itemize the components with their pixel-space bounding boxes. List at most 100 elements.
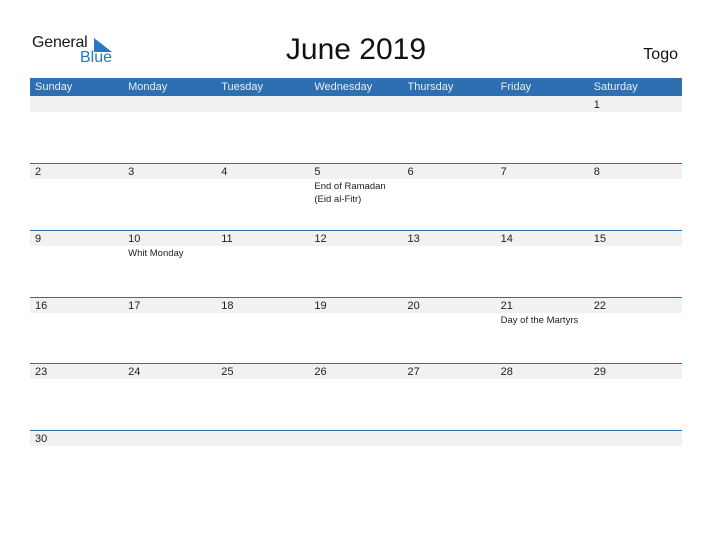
week-row: 16 17 18 19 20 21 Day of the Martyrs 22 xyxy=(30,296,682,364)
day-cell: 25 xyxy=(216,363,309,379)
weekday-saturday: Saturday xyxy=(593,81,638,93)
day-cell: 1 xyxy=(589,96,682,112)
day-cell xyxy=(403,96,496,112)
day-cell xyxy=(123,430,216,446)
day-number: 5 xyxy=(314,166,321,178)
day-number: 30 xyxy=(35,433,48,446)
day-cell xyxy=(496,96,589,112)
day-cell xyxy=(403,430,496,446)
day-cell: 28 xyxy=(496,363,589,379)
calendar-title: June 2019 xyxy=(285,33,427,66)
day-number: 15 xyxy=(593,232,606,245)
day-cell: 23 xyxy=(30,363,123,379)
day-number: 21 xyxy=(500,299,513,312)
day-number xyxy=(35,99,123,112)
week-row: 2 3 4 5 End of Ramadan (Eid al-Fitr) 6 7 8 xyxy=(30,163,682,230)
day-cell: 24 xyxy=(123,363,216,379)
day-cell xyxy=(216,430,309,446)
day-number: 24 xyxy=(128,366,141,379)
day-cell: 21 Day of the Martyrs xyxy=(496,297,589,327)
week-days: 30 xyxy=(30,430,682,446)
day-number: 2 xyxy=(35,166,42,178)
day-cell: 10 Whit Monday xyxy=(123,230,216,260)
day-number xyxy=(594,433,682,446)
weeks-container: 1 2 3 4 5 End of Ramadan (Eid al-Fitr) 6 7 8 9 10 W… xyxy=(30,96,682,497)
day-number xyxy=(128,99,216,112)
day-cell: 30 xyxy=(30,430,123,446)
day-number: 19 xyxy=(314,299,327,312)
day-number: 9 xyxy=(35,232,42,245)
day-number: 18 xyxy=(221,299,234,312)
day-number: 7 xyxy=(500,166,507,178)
day-cell: 5 End of Ramadan (Eid al-Fitr) xyxy=(309,163,402,206)
day-cell: 8 xyxy=(589,163,682,206)
week-row: 23 24 25 26 27 28 29 xyxy=(30,363,682,430)
day-number: 14 xyxy=(500,232,513,245)
day-number xyxy=(314,99,402,112)
day-cell: 3 xyxy=(123,163,216,206)
day-number xyxy=(221,433,309,446)
day-cell xyxy=(30,96,123,112)
day-number: 25 xyxy=(221,366,234,379)
day-cell: 12 xyxy=(309,230,402,260)
day-cell: 20 xyxy=(403,297,496,327)
day-number: 26 xyxy=(314,366,327,379)
day-cell: 6 xyxy=(403,163,496,206)
day-number: 3 xyxy=(128,166,135,178)
day-cell: 17 xyxy=(123,297,216,327)
day-number: 27 xyxy=(407,366,420,379)
day-number: 12 xyxy=(314,232,327,245)
week-row: 9 10 Whit Monday 11 12 13 14 15 xyxy=(30,229,682,297)
weekday-friday: Friday xyxy=(500,81,532,93)
holiday-label: Whit Monday xyxy=(128,247,184,259)
day-number: 13 xyxy=(407,232,420,245)
day-number: 4 xyxy=(221,166,228,178)
day-cell xyxy=(309,96,402,112)
week-days: 23 24 25 26 27 28 29 xyxy=(30,363,682,379)
day-cell: 16 xyxy=(30,297,123,327)
day-cell: 15 xyxy=(589,230,682,260)
day-cell xyxy=(123,96,216,112)
weekday-sunday: Sunday xyxy=(35,81,73,93)
day-cell: 19 xyxy=(309,297,402,327)
day-cell xyxy=(496,430,589,446)
day-cell: 26 xyxy=(309,363,402,379)
day-number: 11 xyxy=(221,232,233,245)
weekday-thursday: Thursday xyxy=(407,81,454,93)
week-days: 16 17 18 19 20 21 Day of the Martyrs 22 xyxy=(30,297,682,327)
day-number: 20 xyxy=(407,299,420,312)
week-days: 2 3 4 5 End of Ramadan (Eid al-Fitr) 6 7 8 xyxy=(30,163,682,206)
day-cell: 29 xyxy=(589,363,682,379)
country-label: Togo xyxy=(643,46,678,63)
day-cell xyxy=(589,430,682,446)
day-cell: 4 xyxy=(216,163,309,206)
day-number: 10 xyxy=(128,232,141,245)
weekday-header: Sunday Monday Tuesday Wednesday Thursday… xyxy=(30,78,682,96)
weekday-monday: Monday xyxy=(128,81,168,93)
week-days: 1 xyxy=(30,96,682,112)
day-number: 16 xyxy=(35,299,48,312)
day-number: 6 xyxy=(407,166,414,178)
day-number: 22 xyxy=(593,299,606,312)
day-number xyxy=(221,99,309,112)
day-number xyxy=(501,99,589,112)
day-cell: 13 xyxy=(403,230,496,260)
day-cell: 9 xyxy=(30,230,123,260)
holiday-label: Day of the Martyrs xyxy=(500,314,579,326)
day-number xyxy=(408,433,496,446)
day-number xyxy=(501,433,589,446)
day-number xyxy=(314,433,402,446)
day-number: 28 xyxy=(500,366,513,379)
week-days: 9 10 Whit Monday 11 12 13 14 15 xyxy=(30,230,682,260)
day-cell xyxy=(309,430,402,446)
day-cell: 27 xyxy=(403,363,496,379)
day-cell: 14 xyxy=(496,230,589,260)
day-cell: 22 xyxy=(589,297,682,327)
day-cell xyxy=(216,96,309,112)
day-number xyxy=(128,433,216,446)
weekday-tuesday: Tuesday xyxy=(221,81,264,93)
calendar-grid: Sunday Monday Tuesday Wednesday Thursday… xyxy=(30,78,682,497)
day-number: 8 xyxy=(593,166,600,178)
day-number xyxy=(408,99,496,112)
day-number: 17 xyxy=(128,299,141,312)
